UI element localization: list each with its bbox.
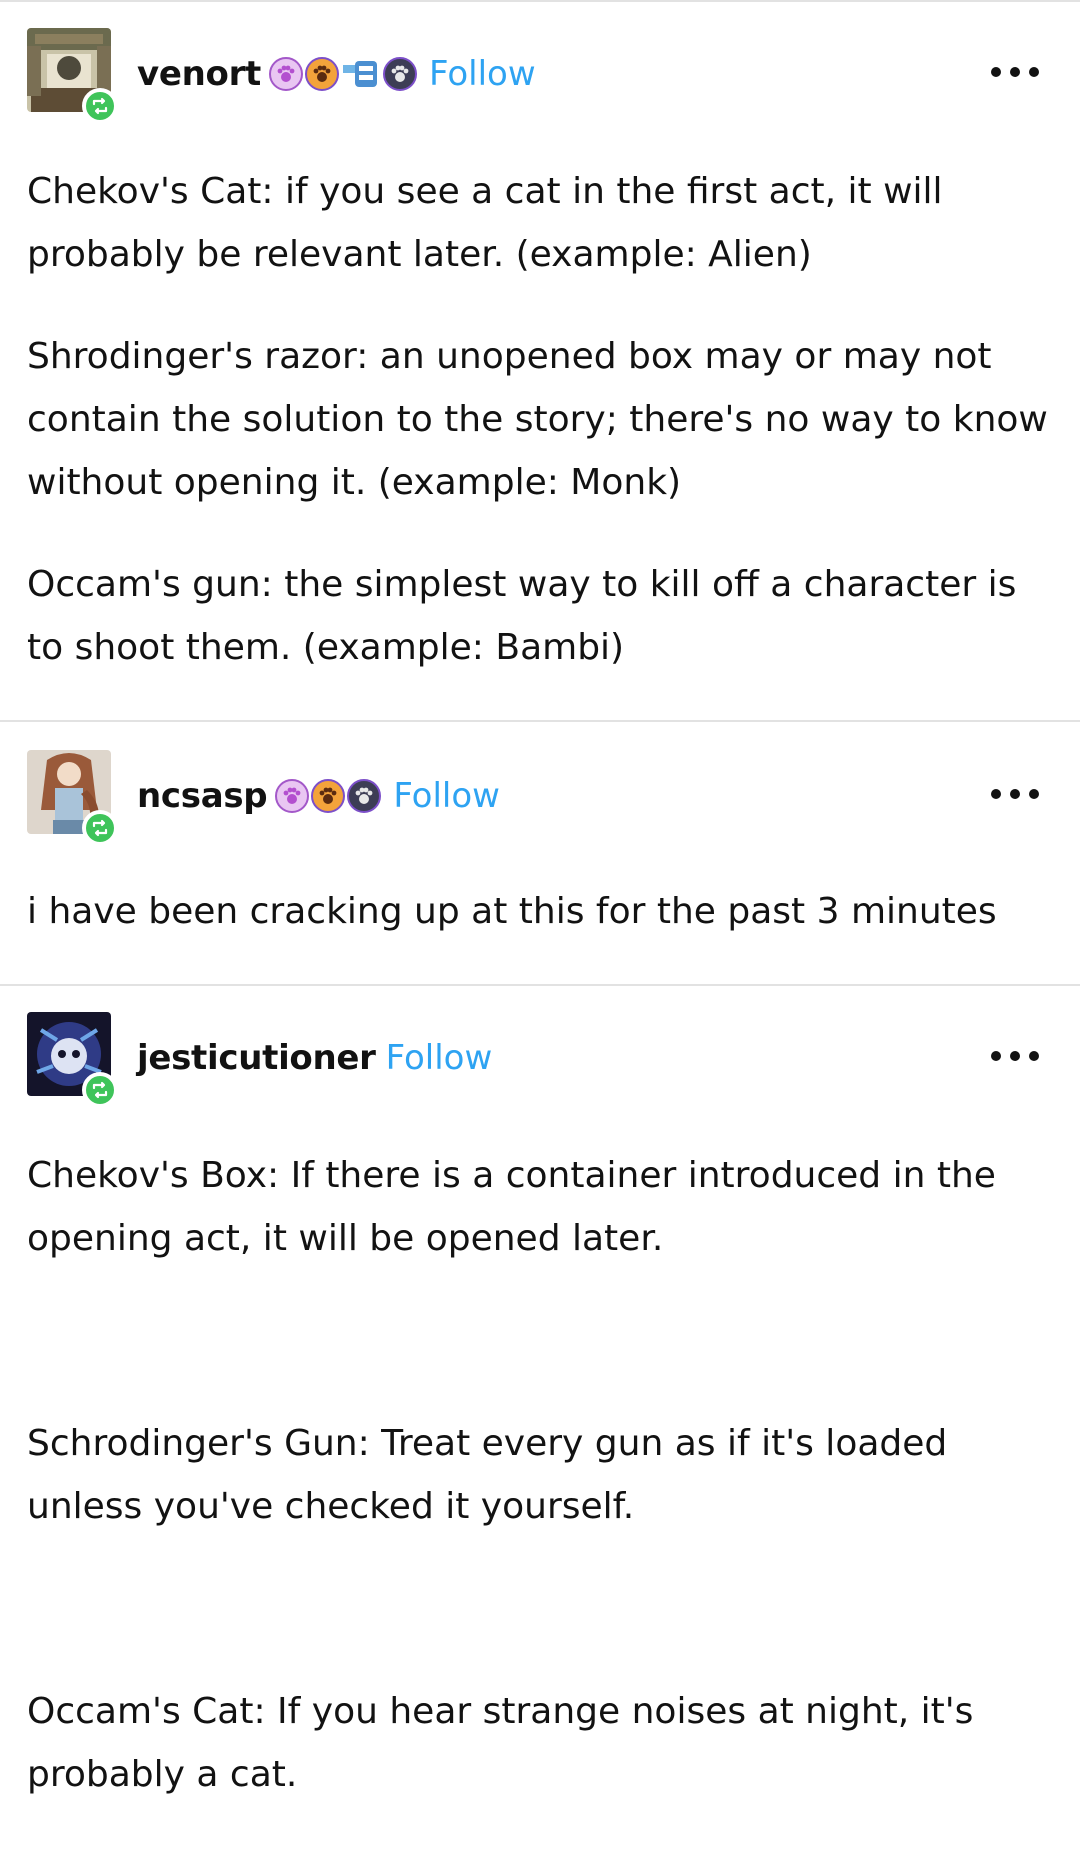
- post-body: Chekov's Cat: if you see a cat in the fi…: [27, 160, 1057, 679]
- post-paragraph: Schrodinger's Gun: Treat every gun as if…: [27, 1423, 948, 1527]
- paw-badge-icon[interactable]: [305, 57, 340, 91]
- post-venort: venort Follow Chekov's Cat: if you see a…: [0, 0, 1080, 720]
- reblog-icon: [92, 1081, 108, 1099]
- post-paragraph: Occam's gun: the simplest way to kill of…: [27, 564, 1017, 668]
- post-header: venort Follow: [0, 0, 1080, 124]
- post-body: Chekov's Box: If there is a container in…: [27, 1144, 1057, 1806]
- badge-list: [269, 57, 419, 91]
- post-paragraph: Chekov's Box: If there is a container in…: [27, 1155, 996, 1259]
- more-options-icon[interactable]: [990, 788, 1040, 800]
- reblog-badge: [82, 1072, 118, 1108]
- post-header: jesticutioner Follow: [0, 984, 1080, 1108]
- follow-button[interactable]: Follow: [429, 54, 536, 94]
- follow-button[interactable]: Follow: [386, 1038, 493, 1078]
- reblog-badge: [82, 88, 118, 124]
- paw-badge-icon[interactable]: [275, 779, 310, 813]
- header-line: ncsasp Follow: [137, 772, 500, 820]
- paw-badge-icon[interactable]: [383, 57, 418, 91]
- post-paragraph: Chekov's Cat: if you see a cat in the fi…: [27, 171, 943, 275]
- follow-button[interactable]: Follow: [393, 776, 500, 816]
- paw-badge-icon[interactable]: [269, 57, 304, 91]
- more-options-icon[interactable]: [990, 66, 1040, 78]
- paw-badge-icon[interactable]: [347, 779, 382, 813]
- username[interactable]: venort: [137, 54, 261, 94]
- post-paragraph: Shrodinger's razor: an unopened box may …: [27, 336, 1048, 503]
- post-header: ncsasp Follow: [0, 722, 1080, 846]
- badge-list: [275, 779, 383, 813]
- username[interactable]: jesticutioner: [137, 1038, 376, 1078]
- post-ncsasp: ncsasp Follow i have been cracking up at…: [0, 722, 1080, 984]
- toy-badge-icon[interactable]: [341, 57, 381, 91]
- header-line: jesticutioner Follow: [137, 1034, 492, 1082]
- reblog-badge: [82, 810, 118, 846]
- post-jesticutioner: jesticutioner Follow Chekov's Box: If th…: [0, 984, 1080, 1864]
- more-options-icon[interactable]: [990, 1050, 1040, 1062]
- post-paragraph: i have been cracking up at this for the …: [27, 891, 997, 932]
- post-body: i have been cracking up at this for the …: [27, 880, 1057, 943]
- header-line: venort Follow: [137, 50, 536, 98]
- post-paragraph: Occam's Cat: If you hear strange noises …: [27, 1691, 974, 1795]
- paw-badge-icon[interactable]: [311, 779, 346, 813]
- reblog-icon: [92, 97, 108, 115]
- username[interactable]: ncsasp: [137, 776, 268, 816]
- reblog-icon: [92, 819, 108, 837]
